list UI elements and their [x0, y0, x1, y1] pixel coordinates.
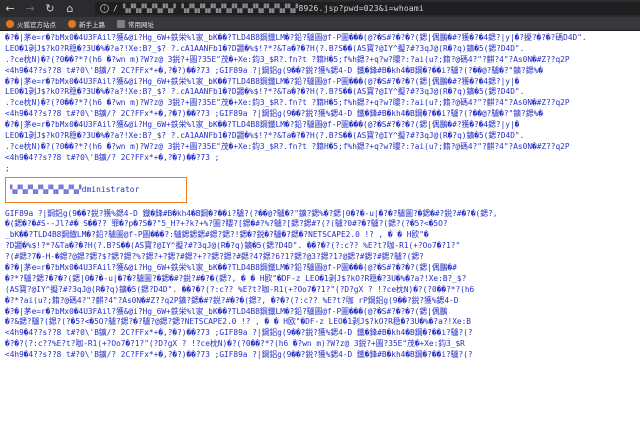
folder-icon [117, 19, 125, 28]
output-line: �?�|茅e=r�?bMx0�4U3FAil?獲&@i?Hg_6W+鉄栄%l家_… [5, 120, 520, 130]
garbled-output-bottom: GIF89a ?|鋼鋁g(9��?鋭?獲%鍶4-D 鐡�鋒#B�kh4�B鋼�?… [5, 209, 636, 361]
output-line: <4h9�4??s??8 t#?0\'B鑛/? 2C?FFx*+�,?�?)��… [5, 109, 543, 119]
output-line: �?&鍶?驢?(鍶?(?�5?<�5O?驢?鍶?�?驢?@鍶?鍶?NETSCAP… [5, 317, 471, 327]
bookmark-firefox-official[interactable]: 火狐官方站点 [3, 18, 59, 30]
output-line: LEO�1剥J$?kO?R稳�?3U�%�?a?!Xe:B?_$? ?.cA1A… [5, 87, 525, 97]
bookmarks-bar: 火狐官方站点 新手上路 常用网址 [0, 17, 640, 31]
whoami-result: ▚▞▚▞▚▞▚▞▚▞▚▞▚▞dministrator [10, 185, 139, 194]
output-line: �?�?(?:c??%E?t?咖-R1(+?Oo7�?1?"(?D?gX ? !… [5, 339, 465, 349]
url-text: / ▚▞▚▞▚▞▚▞▚▞ ▚▞▚▞▚▞▚▞▚▞▚▞▚▞▚▞▚▞▚▞▚▞8926.… [113, 4, 424, 13]
output-line: LEO�1剥J$?kO?R稳�?3U�%�?a?!Xe:B?_$? ?.cA1A… [5, 131, 525, 141]
output-line: <4h9�4??s??8 t#?0\'B鑛/? 2C?FFx*+�,?�?)��… [5, 65, 543, 75]
output-line: <4h9�4??s??8 t#?0\'B鑛/? 2C?FFx*+�,?�?)��… [5, 328, 473, 338]
output-line: <4h9�4??s??8 t#?0\'B鑛/? 2C?FFx*+�,?�?)��… [5, 350, 473, 360]
output-line: _bK��?TLD4B8鋼鐡LM�?鉛?驢圖@f-P圖���?:驢鍶鍶鍶#鍶?鍶… [5, 230, 429, 240]
bookmark-common-sites[interactable]: 常用网址 [114, 18, 157, 30]
output-line: ?D讔�%$!?*?&Ta�?�?H(?.B?S��(AS寶?@IY^擬?#?3… [5, 241, 461, 251]
output-line: <4h9�4??s??8 t#?0\'B鑛/? 2C?FFx*+�,?�?)��… [5, 152, 220, 162]
bookmark-label: 新手上路 [79, 20, 105, 29]
output-line: �?�|茅e=r�?bMx0�4U3FAil?獲&@i?Hg_6W+鉄栄%l家_… [5, 76, 520, 86]
bookmark-label: 火狐官方站点 [17, 20, 56, 29]
arrow-left-icon[interactable]: ← [0, 0, 20, 17]
output-line: .?ce枕N)�?(?0��?*?(h6 �?wn m)?W?z@ 3鋭?+圖?… [5, 141, 570, 151]
output-line: �?�|茅e=r�?bMx0�4U3FAil?獲&@i?Hg_6W+鉄栄%l家_… [5, 306, 448, 316]
garbled-output-top: �?�|茅e=r�?bMx0�4U3FAil?獲&@i?Hg_6W+鉄栄%l家_… [5, 33, 636, 175]
output-line: ?(#鍶?7�-H-�鍶?@鍶?鍶?$?鍶?鍶?%?鍶?+?鍶?#鍶?+??鍶?… [5, 252, 424, 262]
output-line: �(鍶�?�#S--Jl?#� S��?? 罪�?p�?5�?"5_H?+?k?… [5, 219, 448, 229]
command-result-highlight: ▚▞▚▞▚▞▚▞▚▞▚▞▚▞dministrator [5, 176, 187, 203]
output-line: GIF89a ?|鋼鋁g(9��?鋭?獲%鍶4-D 鐡�鋒#B�kh4�B鋼�?… [5, 208, 498, 218]
reload-icon[interactable]: ↻ [40, 0, 60, 17]
arrow-right-icon[interactable]: → [20, 0, 40, 17]
firefox-icon [6, 19, 14, 28]
bookmark-getting-started[interactable]: 新手上路 [65, 18, 108, 30]
output-line: ; [5, 163, 10, 173]
bookmark-label: 常用网址 [128, 20, 154, 29]
output-line: �?*?ai(u?;籍?@碼4?"?麒?4"?As0N�#Z??q2P鑛?鍶�#… [5, 295, 459, 305]
output-line: �?�|茅e=r�?bMx0�4U3FAil?獲&@i?Hg_6W+鉄栄%l家_… [5, 263, 457, 273]
output-line: (AS寶?@IY^擬?#?3qJ@(R�?q)鑛�5(鍶?D4D". ��?�?… [5, 284, 475, 294]
output-line: �?*?驢?鍶?�?�?(鍶|0�?�-u|�?�?驢圖?�鍶�#?鋭?#�?�… [5, 273, 467, 283]
home-icon[interactable]: ⌂ [60, 0, 80, 17]
username-text: dministrator [81, 185, 140, 195]
url-obscured: ▚▞▚▞▚▞▚▞▚▞ ▚▞▚▞▚▞▚▞▚▞▚▞▚▞▚▞▚▞▚▞▚▞ [123, 4, 299, 13]
output-line: LEO�1剥J$?kO?R稳�?3U�%�?a?!Xe:B?_$? ?.cA1A… [5, 43, 525, 53]
output-line: �?�|茅e=r�?bMx0�4U3FAil?獲&@i?Hg_6W+鉄栄%l家_… [5, 33, 587, 42]
browser-toolbar: ← → ↻ ⌂ i / ▚▞▚▞▚▞▚▞▚▞ ▚▞▚▞▚▞▚▞▚▞▚▞▚▞▚▞▚… [0, 0, 640, 17]
address-bar[interactable]: i / ▚▞▚▞▚▞▚▞▚▞ ▚▞▚▞▚▞▚▞▚▞▚▞▚▞▚▞▚▞▚▞▚▞892… [95, 2, 640, 15]
info-icon[interactable]: i [100, 4, 109, 13]
page-content: �?�|茅e=r�?bMx0�4U3FAil?獲&@i?Hg_6W+鉄栄%l家_… [0, 31, 640, 435]
output-line: .?ce枕N)�?(?0��?*?(h6 �?wn m)?W?z@ 3鋭?+圖?… [5, 54, 570, 64]
firefox-icon [68, 19, 76, 28]
output-line: .?ce枕N)�?(?0��?*?(h6 �?wn m)?W?z@ 3鋭?+圖?… [5, 98, 570, 108]
obscured-hostname: ▚▞▚▞▚▞▚▞▚▞▚▞▚▞ [10, 185, 82, 195]
